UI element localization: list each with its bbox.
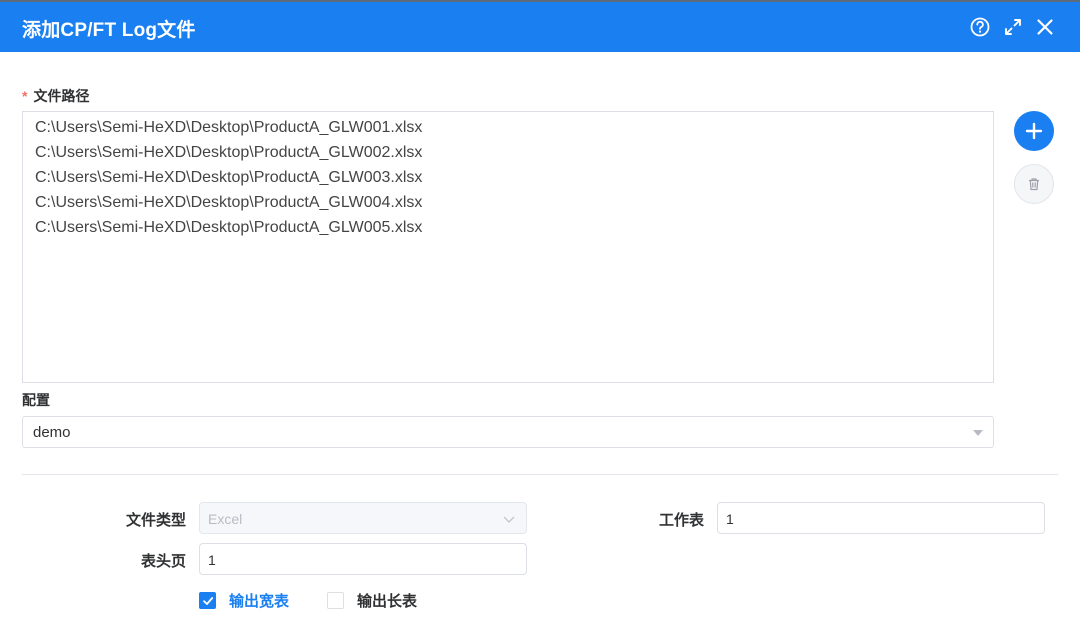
help-circle-icon[interactable]: [967, 14, 993, 40]
file-path-line: C:\Users\Semi-HeXD\Desktop\ProductA_GLW0…: [35, 169, 423, 186]
checkbox-checked[interactable]: [199, 592, 216, 609]
file-path-label-text: 文件路径: [33, 88, 90, 104]
long-table-label: 输出长表: [357, 593, 418, 610]
wide-table-label: 输出宽表: [229, 593, 290, 610]
config-select[interactable]: demo: [22, 416, 994, 448]
file-path-label: * 文件路径: [22, 86, 89, 106]
file-path-line: C:\Users\Semi-HeXD\Desktop\ProductA_GLW0…: [35, 144, 423, 161]
delete-file-button[interactable]: [1014, 164, 1054, 204]
sheet-value: 1: [726, 511, 734, 527]
required-mark: *: [22, 88, 28, 104]
section-divider: [22, 474, 1058, 475]
wide-table-checkbox[interactable]: 输出宽表: [199, 590, 289, 611]
plus-icon: [1025, 122, 1043, 140]
check-icon: [202, 596, 213, 605]
caret-down-icon: [973, 430, 983, 436]
sheet-label: 工作表: [658, 512, 704, 529]
config-select-value: demo: [33, 424, 71, 441]
add-log-file-dialog: 添加CP/FT Log文件 * 文件路径 C:\Users\Semi-HeXD\D…: [0, 0, 1080, 619]
file-type-select[interactable]: Excel: [199, 502, 527, 534]
close-icon[interactable]: [1032, 14, 1058, 40]
file-path-line: C:\Users\Semi-HeXD\Desktop\ProductA_GLW0…: [35, 194, 423, 211]
dialog-title: 添加CP/FT Log文件: [22, 20, 196, 41]
add-file-button[interactable]: [1014, 111, 1054, 151]
expand-icon[interactable]: [1000, 14, 1026, 40]
dialog-header: 添加CP/FT Log文件: [0, 0, 1080, 52]
header-page-input[interactable]: 1: [199, 543, 527, 575]
header-page-label: 表头页: [140, 553, 186, 570]
file-type-label: 文件类型: [125, 512, 186, 529]
long-table-checkbox[interactable]: 输出长表: [327, 590, 417, 611]
file-path-line: C:\Users\Semi-HeXD\Desktop\ProductA_GLW0…: [35, 119, 423, 136]
header-page-value: 1: [208, 552, 216, 568]
file-path-textarea[interactable]: C:\Users\Semi-HeXD\Desktop\ProductA_GLW0…: [22, 111, 994, 383]
trash-icon: [1029, 178, 1039, 191]
chevron-down-icon: [503, 516, 515, 523]
checkbox-unchecked[interactable]: [327, 592, 344, 609]
sheet-input[interactable]: 1: [717, 502, 1045, 534]
file-type-value: Excel: [208, 511, 243, 527]
file-path-line: C:\Users\Semi-HeXD\Desktop\ProductA_GLW0…: [35, 219, 423, 236]
config-label: 配置: [22, 392, 50, 408]
